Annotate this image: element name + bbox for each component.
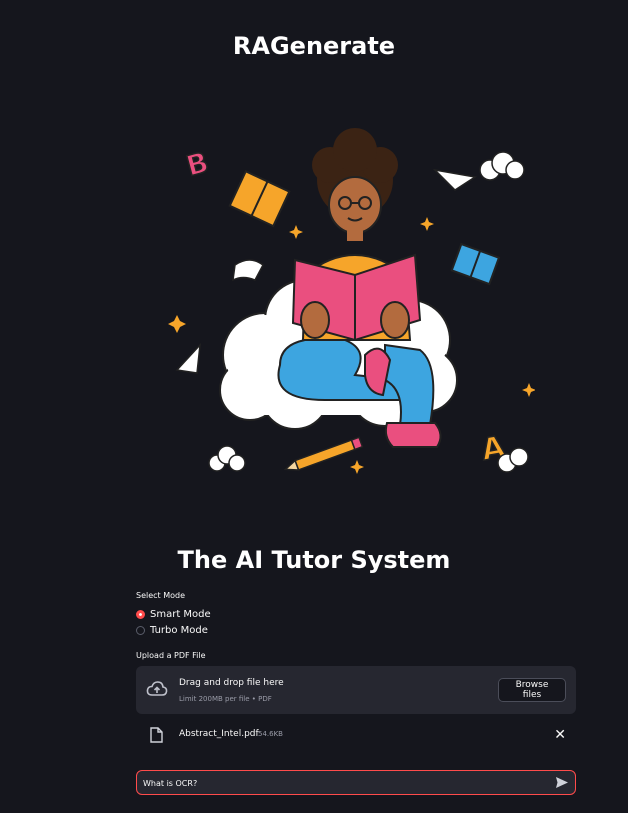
browse-files-button[interactable]: Browse files [498,678,566,702]
uploaded-file-row: Abstract_Intel.pdf 54.6KB ✕ [136,724,576,748]
dropzone-limit: Limit 200MB per file • PDF [179,695,272,703]
app-title: RAGenerate [232,32,396,60]
radio-turbo-mode[interactable]: Turbo Mode [136,625,208,636]
file-size: 54.6KB [258,730,283,738]
send-icon[interactable] [555,776,569,789]
select-mode-label: Select Mode [136,591,186,600]
page-subtitle: The AI Tutor System [177,546,451,574]
file-name: Abstract_Intel.pdf [179,729,259,739]
chat-input-box [136,770,576,795]
cloud-upload-icon [146,681,168,696]
radio-label: Smart Mode [150,609,211,620]
remove-file-button[interactable]: ✕ [554,727,566,743]
svg-text:B: B [183,145,212,182]
radio-unselected-icon [136,626,145,635]
radio-selected-icon [136,610,145,619]
hero-illustration: B A [168,128,535,474]
dropzone-title: Drag and drop file here [179,678,284,688]
chat-input[interactable] [141,774,545,793]
radio-smart-mode[interactable]: Smart Mode [136,609,211,620]
file-dropzone[interactable]: Drag and drop file here Limit 200MB per … [136,666,576,714]
file-icon [150,727,163,743]
radio-label: Turbo Mode [150,625,208,636]
upload-label: Upload a PDF File [136,651,206,660]
